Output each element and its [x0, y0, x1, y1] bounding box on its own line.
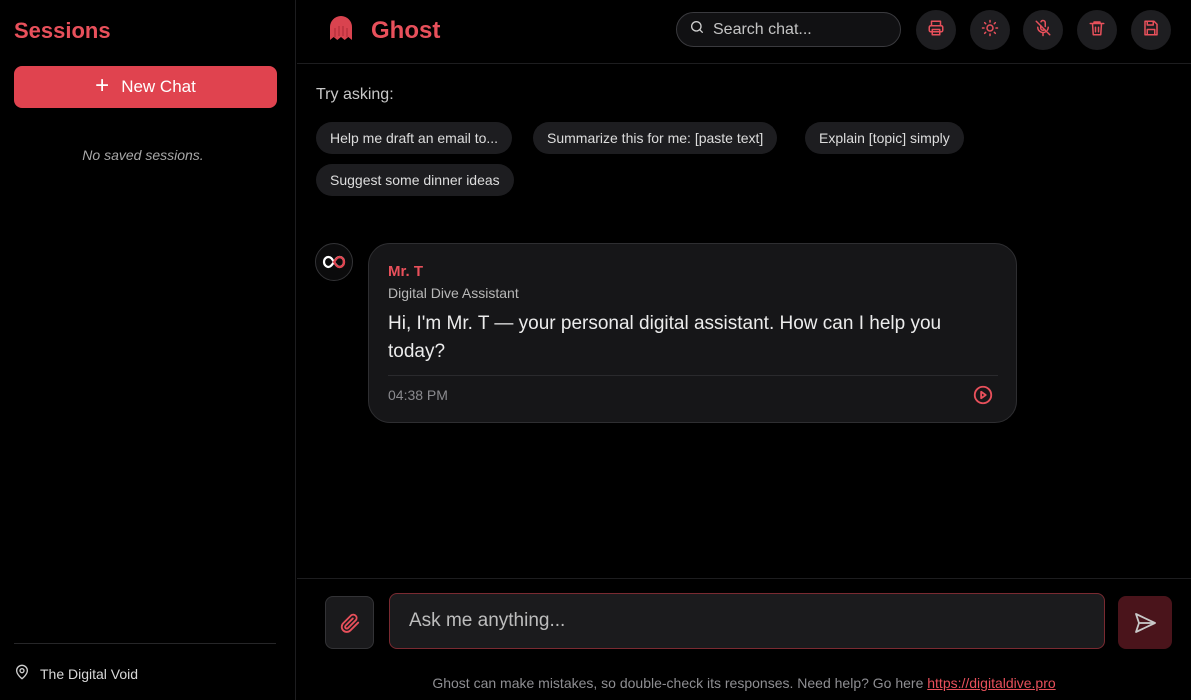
- composer-divider: [297, 578, 1191, 579]
- clear-chat-button[interactable]: [1077, 10, 1117, 50]
- search-icon: [689, 19, 705, 40]
- suggestion-chip[interactable]: Summarize this for me: [paste text]: [533, 122, 778, 154]
- infinity-logo-icon: [322, 255, 346, 269]
- suggestion-chip[interactable]: Suggest some dinner ideas: [316, 164, 514, 196]
- attach-file-button[interactable]: [325, 596, 374, 649]
- save-chat-button[interactable]: [1131, 10, 1171, 50]
- header: Ghost: [297, 0, 1191, 64]
- location-item: The Digital Void: [14, 664, 138, 683]
- suggestions-label: Try asking:: [316, 86, 394, 103]
- message-text: Hi, I'm Mr. T — your personal digital as…: [388, 313, 942, 362]
- sidebar-title: Sessions: [14, 18, 111, 43]
- search-input[interactable]: [713, 20, 893, 39]
- trash-icon: [1088, 19, 1106, 42]
- sun-icon: [981, 19, 999, 42]
- message-input[interactable]: [389, 593, 1105, 649]
- sidebar-divider: [14, 643, 276, 644]
- play-audio-button[interactable]: [972, 384, 994, 406]
- send-icon: [1135, 612, 1156, 633]
- sidebar: Sessions + New Chat No saved sessions. T…: [0, 0, 296, 700]
- brand: Ghost: [327, 14, 440, 47]
- new-chat-label: New Chat: [121, 77, 196, 96]
- search-box[interactable]: [676, 12, 901, 47]
- printer-icon: [927, 19, 945, 42]
- assistant-avatar: [315, 243, 353, 281]
- empty-sessions-text: No saved sessions.: [82, 147, 204, 163]
- ghost-logo-icon: [327, 14, 355, 47]
- message-sender: Mr. T: [388, 263, 424, 280]
- message-timestamp: 04:38 PM: [388, 387, 448, 403]
- print-button[interactable]: [916, 10, 956, 50]
- mic-off-icon: [1034, 19, 1052, 42]
- plus-icon: +: [95, 72, 110, 99]
- app-window: Sessions + New Chat No saved sessions. T…: [0, 0, 1191, 700]
- theme-toggle-button[interactable]: [970, 10, 1010, 50]
- map-pin-icon: [14, 664, 30, 683]
- suggestion-chip[interactable]: Explain [topic] simply: [805, 122, 964, 154]
- mute-mic-button[interactable]: [1023, 10, 1063, 50]
- disclaimer: Ghost can make mistakes, so double-check…: [297, 675, 1191, 691]
- save-icon: [1142, 19, 1160, 42]
- paperclip-icon: [340, 613, 359, 633]
- message-role: Digital Dive Assistant: [388, 285, 519, 301]
- location-label: The Digital Void: [40, 665, 139, 682]
- send-button[interactable]: [1118, 596, 1172, 649]
- suggestion-chip[interactable]: Help me draft an email to...: [316, 122, 513, 154]
- message-divider: [388, 375, 998, 376]
- assistant-message: Mr. T Digital Dive Assistant Hi, I'm Mr.…: [368, 243, 1017, 423]
- new-chat-button[interactable]: + New Chat: [14, 66, 277, 108]
- disclaimer-text: Ghost can make mistakes, so double-check…: [432, 675, 928, 691]
- help-link[interactable]: https://digitaldive.pro: [927, 675, 1055, 691]
- play-circle-icon: [973, 385, 993, 405]
- app-name: Ghost: [371, 16, 441, 44]
